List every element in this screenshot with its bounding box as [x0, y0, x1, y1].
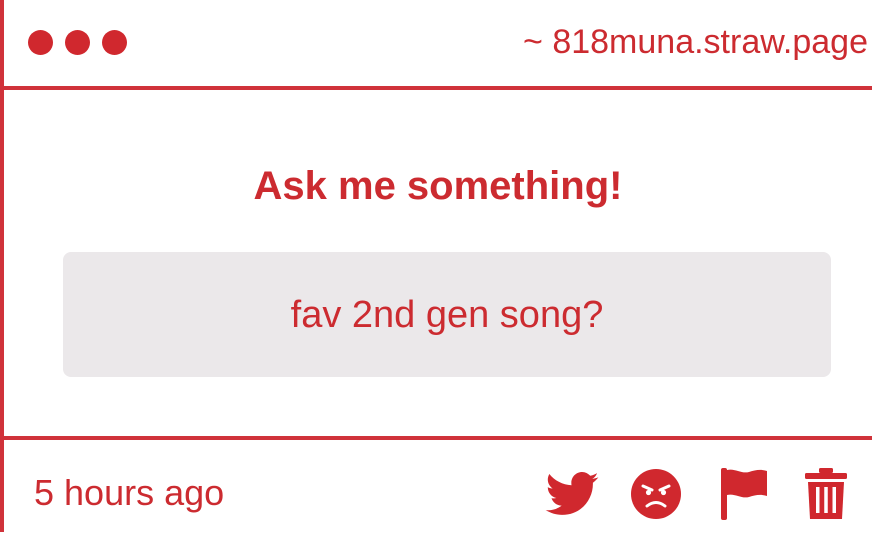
report-button[interactable]	[716, 466, 772, 522]
window-dot-2[interactable]	[65, 30, 90, 55]
window-dot-3[interactable]	[102, 30, 127, 55]
page-url: ~ 818muna.straw.page	[523, 23, 868, 61]
title-bar: ~ 818muna.straw.page	[4, 0, 872, 90]
block-button[interactable]	[628, 466, 684, 522]
timestamp: 5 hours ago	[34, 472, 225, 513]
question-card: Ask me something! fav 2nd gen song?	[4, 90, 872, 436]
delete-button[interactable]	[798, 466, 854, 522]
twitter-icon	[545, 472, 599, 515]
question-box: fav 2nd gen song?	[63, 252, 831, 377]
action-bar	[544, 466, 864, 522]
flag-icon	[721, 468, 767, 520]
share-twitter-button[interactable]	[544, 466, 600, 522]
window-controls	[28, 30, 127, 55]
angry-face-icon	[631, 469, 681, 519]
window-dot-1[interactable]	[28, 30, 53, 55]
page-title: Ask me something!	[253, 164, 623, 208]
trash-icon	[805, 468, 847, 519]
window-frame: ~ 818muna.straw.page Ask me something! f…	[0, 0, 872, 532]
card-footer: 5 hours ago	[4, 436, 872, 536]
question-text: fav 2nd gen song?	[290, 293, 604, 336]
